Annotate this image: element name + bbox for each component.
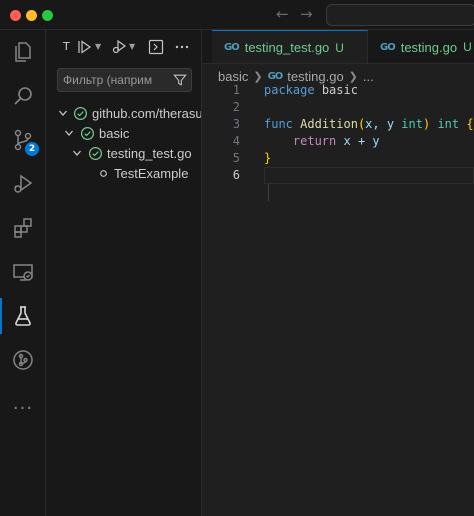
debug-tests-icon[interactable] — [111, 39, 127, 55]
debug-options-chevron-icon[interactable]: ▼ — [129, 42, 135, 51]
sidebar-toolbar: T ▼ ▼ — [46, 30, 201, 64]
minimize-window-button[interactable] — [26, 10, 37, 21]
editor-area: GO testing_test.go U GO testing.go U bas… — [202, 30, 474, 516]
code-text: } — [264, 151, 272, 165]
current-line-highlight — [264, 167, 474, 184]
tree-item-package[interactable]: basic — [46, 124, 201, 144]
run-tests-icon[interactable] — [76, 39, 92, 55]
code-editor[interactable]: 1 package basic 2 3 func Addition(x, y i… — [202, 82, 474, 382]
explorer-button[interactable] — [0, 30, 46, 74]
tree-item-label: github.com/therasul — [92, 106, 202, 121]
filter-icon[interactable] — [173, 73, 187, 87]
tree-item-file[interactable]: testing_test.go — [46, 144, 201, 164]
test-filter-input[interactable] — [58, 69, 168, 91]
close-window-button[interactable] — [10, 10, 21, 21]
go-file-icon: GO — [224, 42, 240, 53]
run-debug-button[interactable] — [0, 162, 46, 206]
code-text: func Addition(x, y int) int { — [264, 117, 474, 131]
testing-sidebar: T ▼ ▼ github.com/therasul basic — [46, 30, 202, 516]
code-text: package basic — [264, 83, 358, 97]
code-line: 6 — [202, 167, 474, 184]
untracked-badge: U — [335, 40, 344, 55]
sidebar-title: T — [63, 40, 70, 53]
untracked-badge: U — [463, 40, 472, 54]
activity-bar: 2 ··· — [0, 30, 46, 516]
run-options-chevron-icon[interactable]: ▼ — [95, 42, 101, 51]
test-passed-icon — [73, 106, 88, 121]
source-control-badge: 2 — [25, 142, 39, 156]
chevron-right-icon: ❯ — [253, 70, 263, 83]
remote-explorer-icon — [13, 264, 33, 281]
code-line: 4 return x + y — [202, 133, 474, 150]
arrow-left-icon[interactable]: ← — [276, 5, 289, 23]
tab-label: testing.go — [400, 39, 458, 55]
code-text: return x + y — [292, 134, 380, 148]
run-debug-icon — [14, 174, 33, 193]
extensions-button[interactable] — [0, 206, 46, 250]
search-icon — [14, 87, 32, 105]
tree-item-module[interactable]: github.com/therasul — [46, 104, 202, 124]
more-actions-icon[interactable] — [174, 39, 190, 55]
filter-box — [57, 68, 192, 92]
tab-testing-test-go[interactable]: GO testing_test.go U — [212, 30, 368, 63]
code-line: 1 package basic — [202, 82, 474, 99]
more-icon[interactable]: ··· — [0, 386, 46, 430]
command-center[interactable] — [326, 4, 474, 26]
go-file-icon: GO — [380, 41, 396, 53]
line-number: 5 — [232, 151, 240, 165]
search-button[interactable] — [0, 74, 46, 118]
line-number: 3 — [232, 117, 240, 131]
tree-item-test[interactable]: TestExample — [46, 164, 201, 184]
tab-label: testing_test.go — [244, 40, 330, 55]
test-passed-icon — [88, 146, 103, 161]
go-file-icon: GO — [267, 70, 284, 82]
extensions-icon — [14, 218, 32, 238]
chevron-right-icon: ❯ — [348, 70, 358, 83]
testing-icon — [15, 306, 31, 326]
arrow-right-icon[interactable]: → — [300, 5, 313, 23]
line-number: 2 — [232, 100, 240, 114]
git-graph-icon — [13, 350, 33, 370]
code-line: 3 func Addition(x, y int) int { — [202, 116, 474, 133]
tab-testing-go[interactable]: GO testing.go U — [368, 30, 474, 63]
maximize-window-button[interactable] — [42, 10, 53, 21]
test-passed-icon — [80, 126, 95, 141]
test-unset-icon — [100, 170, 107, 177]
tree-item-label: basic — [99, 126, 130, 141]
chevron-down-icon[interactable] — [72, 148, 82, 158]
title-bar: ← → — [0, 0, 474, 30]
code-line: 5 } — [202, 150, 474, 167]
line-number: 4 — [232, 134, 240, 148]
line-number: 6 — [232, 168, 240, 182]
testing-button[interactable] — [0, 294, 46, 338]
line-number: 1 — [232, 83, 240, 97]
git-graph-button[interactable] — [0, 338, 46, 382]
chevron-down-icon[interactable] — [64, 128, 74, 138]
tree-item-label: TestExample — [114, 166, 189, 181]
chevron-down-icon[interactable] — [58, 108, 68, 118]
remote-explorer-button[interactable] — [0, 250, 46, 294]
indent-guide — [268, 184, 269, 201]
code-line: 2 — [202, 99, 474, 116]
show-output-icon[interactable] — [148, 39, 164, 55]
explorer-icon — [15, 42, 31, 62]
source-control-button[interactable]: 2 — [0, 118, 46, 162]
tree-item-label: testing_test.go — [107, 146, 192, 161]
editor-tabs: GO testing_test.go U GO testing.go U — [202, 30, 474, 64]
